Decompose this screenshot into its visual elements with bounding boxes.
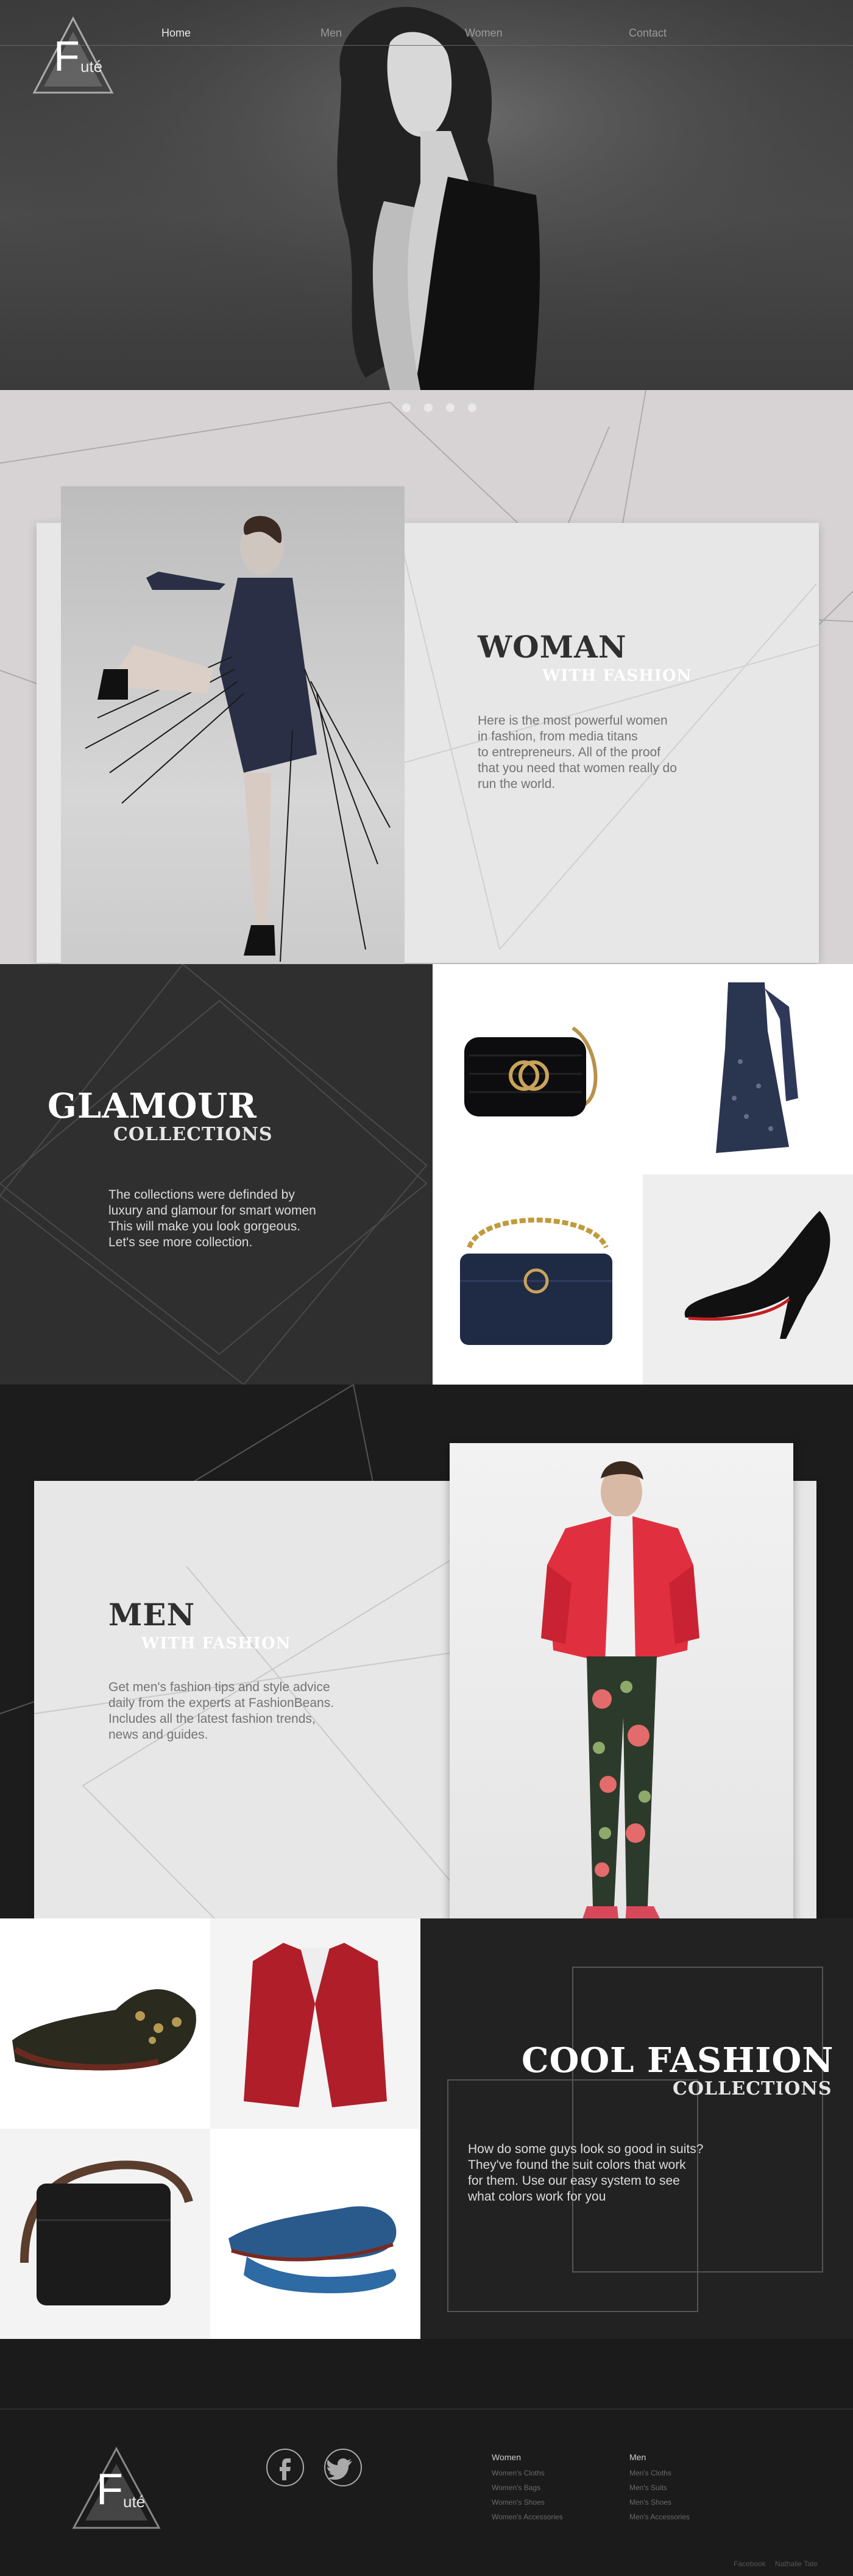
footer-link[interactable]: Women's Cloths [492,2466,563,2480]
woman-text-line: Here is the most powerful women [478,714,668,728]
fringe-dress-model [85,516,391,962]
glamour-title: GLAMOUR [48,1086,257,1126]
men-text-line: Includes all the latest fashion trends, [108,1712,316,1726]
nav-contact[interactable]: Contact [629,27,667,40]
gucci-bag-icon [464,1026,598,1116]
footer-divider [0,2408,853,2410]
woman-subtitle: WITH FASHION [542,667,692,685]
footer-link[interactable]: Men's Cloths [629,2466,690,2480]
footer-men-column: Men Men's Cloths Men's Suits Men's Shoes… [629,2452,690,2524]
men-text-line: news and guides. [108,1728,208,1742]
logo-suffix: uté [123,2493,146,2511]
cool-text-line: what colors work for you [468,2190,606,2204]
footer-bottom-links: Facebook Nathalie Tate [734,2560,818,2568]
cool-fashion-subtitle: COLLECTIONS [673,2078,832,2099]
footer-link[interactable]: Men's Accessories [629,2510,690,2524]
woman-description: Here is the most powerful women in fashi… [478,713,677,792]
diamond-lines [0,964,428,1385]
cool-fashion-title: COOL FASHION [522,2040,834,2081]
glamour-text-line: Let's see more collection. [108,1235,253,1249]
quilted-bag-icon [460,1218,612,1345]
heel-shoe-icon [684,1211,830,1339]
facebook-icon[interactable] [266,2449,304,2486]
slider-dots [402,403,490,415]
red-blazer-icon [244,1943,387,2107]
footer-link[interactable]: Women's Bags [492,2480,563,2495]
red-blazer-model [541,1461,699,1918]
footer-women-column: Women Women's Cloths Women's Bags Women'… [492,2452,563,2524]
glamour-text-line: The collections were definded by [108,1188,295,1202]
logo[interactable]: F uté [30,13,116,99]
product-tile-gucci-bag[interactable] [433,964,643,1174]
slider-dot[interactable] [402,403,411,412]
footer-logo[interactable]: F uté [71,2443,162,2534]
slider-dot[interactable] [468,403,476,412]
woman-text-line: run the world. [478,777,556,791]
sequin-dress-icon [716,982,798,1153]
cool-text-line: for them. Use our easy system to see [468,2174,680,2188]
product-tile-quilted-bag[interactable] [433,1174,643,1385]
product-tile-sequin-dress[interactable] [643,964,853,1174]
footer: F uté Women Women's Cloths Women's Bags … [0,2339,853,2576]
frame-lines [447,1967,823,2312]
woman-text-line: to entrepreneurs. All of the proof [478,745,661,759]
product-tile-blue-loafer[interactable] [210,2129,420,2339]
cool-fashion-section: COOL FASHION COLLECTIONS How do some guy… [0,1918,853,2339]
men-title: MEN [108,1597,196,1633]
footer-link[interactable]: Men's Suits [629,2480,690,2495]
glamour-text-line: luxury and glamour for smart women [108,1204,316,1218]
cool-text-line: They've found the suit colors that work [468,2158,686,2172]
blue-loafer-icon [228,2206,397,2293]
woman-fashion-image [61,486,405,964]
glamour-description: The collections were definded by luxury … [108,1187,316,1251]
product-tile-red-blazer[interactable] [210,1918,420,2129]
footer-link[interactable]: Women's Accessories [492,2510,563,2524]
glamour-subtitle: COLLECTIONS [113,1124,273,1145]
footer-bottom-link[interactable]: Nathalie Tate [775,2560,818,2568]
hero-model-image [0,0,853,390]
glamour-section: GLAMOUR COLLECTIONS The collections were… [0,964,853,1385]
nav-home[interactable]: Home [161,27,191,40]
slider-dot[interactable] [424,403,433,412]
footer-link[interactable]: Women's Shoes [492,2495,563,2510]
leather-bag-icon [20,2160,193,2305]
product-tile-red-sole-heel[interactable] [643,1174,853,1385]
men-description: Get men's fashion tips and style advice … [108,1680,334,1743]
logo-letter: F [96,2465,123,2514]
product-tile-leather-bag[interactable] [0,2129,210,2339]
nav-divider [0,45,853,46]
footer-link[interactable]: Men's Shoes [629,2495,690,2510]
logo-suffix: uté [80,57,103,76]
men-text-line: daily from the experts at FashionBeans. [108,1696,334,1710]
nav-women[interactable]: Women [465,27,503,40]
footer-men-heading: Men [629,2452,646,2462]
hero-banner: F uté Home Men Women Contact [0,0,853,390]
footer-bottom-link[interactable]: Facebook [734,2560,766,2568]
nav-men[interactable]: Men [320,27,342,40]
men-fashion-image [450,1443,793,1918]
slider-dot[interactable] [446,403,455,412]
woman-text-line: in fashion, from media titans [478,729,638,743]
men-section: MEN WITH FASHION Get men's fashion tips … [0,1385,853,1918]
woman-text-line: that you need that women really do [478,761,677,775]
men-text-line: Get men's fashion tips and style advice [108,1680,330,1694]
cool-text-line: How do some guys look so good in suits? [468,2142,704,2156]
logo-letter: F [54,32,80,80]
product-tile-velvet-loafer[interactable] [0,1918,210,2129]
cool-fashion-description: How do some guys look so good in suits? … [468,2141,703,2205]
twitter-icon[interactable] [324,2449,362,2486]
woman-title: WOMAN [478,629,627,665]
velvet-loafer-icon [12,1989,196,2071]
men-subtitle: WITH FASHION [141,1634,291,1653]
footer-women-heading: Women [492,2452,521,2462]
glamour-text-line: This will make you look gorgeous. [108,1219,301,1233]
woman-section: WOMAN WITH FASHION Here is the most powe… [0,390,853,964]
